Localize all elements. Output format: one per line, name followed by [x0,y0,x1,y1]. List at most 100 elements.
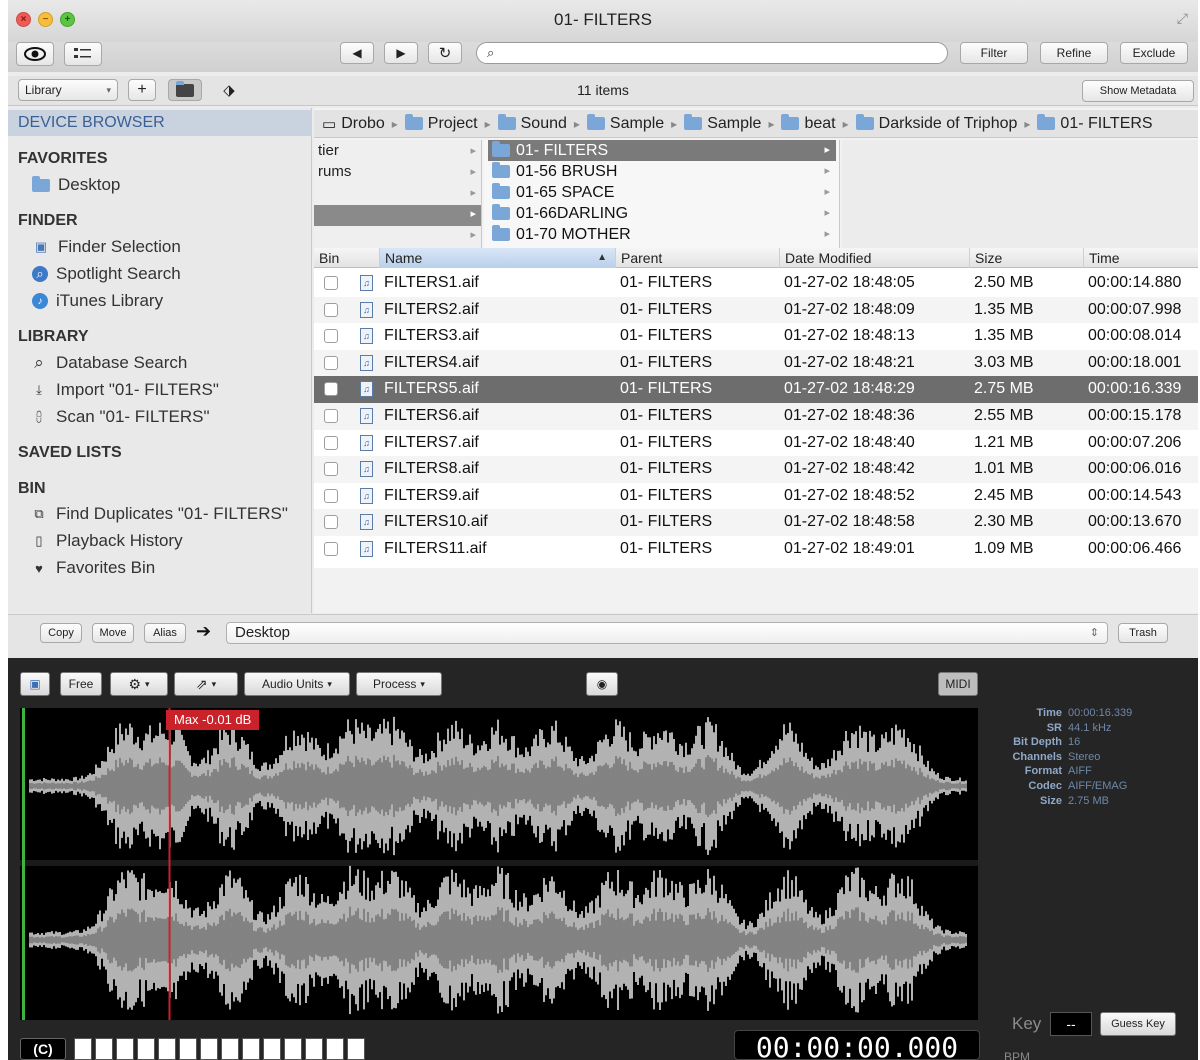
piano-key[interactable] [95,1038,113,1060]
column-item[interactable]: ▸ [314,205,481,226]
playhead[interactable] [168,708,171,1020]
piano-key[interactable] [200,1038,218,1060]
forward-button[interactable]: ▶ [384,42,418,64]
bin-checkbox[interactable] [324,382,338,397]
piano-key[interactable] [347,1038,365,1060]
sidebar-item-favorites-bin[interactable]: ♥ Favorites Bin [30,558,155,578]
column-header-time[interactable]: Time [1084,248,1198,268]
bin-checkbox[interactable] [324,462,338,477]
sidebar-item-itunes-library[interactable]: ♪ iTunes Library [32,291,163,311]
bin-checkbox[interactable] [324,409,338,423]
breadcrumb-item[interactable]: Darkside of Triphop [855,114,1017,133]
table-row[interactable]: ♫ FILTERS11.aif 01- FILTERS 01-27-02 18:49:… [314,536,1198,563]
piano-keyboard[interactable] [74,1038,374,1060]
view-options-button[interactable] [64,42,102,66]
bin-checkbox[interactable] [324,355,338,370]
sidebar-item-scan[interactable]: ⩉ Scan "01- FILTERS" [30,407,209,427]
piano-key[interactable] [116,1038,134,1060]
breadcrumb-item[interactable]: Project [404,114,478,133]
midi-button[interactable]: MIDI [938,672,978,696]
piano-key[interactable] [326,1038,344,1060]
piano-key[interactable] [158,1038,176,1060]
saved-lists-heading[interactable]: SAVED LISTS [18,444,122,462]
column-item[interactable]: ▸ [314,184,481,205]
table-row[interactable]: ♫ FILTERS5.aif 01- FILTERS 01-27-02 18:48:2… [314,376,1198,403]
table-row[interactable]: ♫ FILTERS4.aif 01- FILTERS 01-27-02 18:48:2… [314,349,1198,377]
refine-button[interactable]: Refine [1040,42,1108,64]
alias-button[interactable]: Alias [144,623,186,643]
exclude-button[interactable]: Exclude [1120,42,1188,64]
sidebar-item-spotlight-search[interactable]: ⌕ Spotlight Search [32,264,181,284]
breadcrumb-item[interactable]: Sample [586,114,664,133]
table-row[interactable]: ♫ FILTERS7.aif 01- FILTERS 01-27-02 18:48:4… [314,430,1198,457]
column-item[interactable]: 01- FILTERS ▸ [488,140,836,161]
fullscreen-icon[interactable]: ⤢ [1177,10,1188,27]
piano-key[interactable] [74,1038,92,1060]
preview-eye-button[interactable] [16,42,54,66]
sidebar-item-playback-history[interactable]: ▯ Playback History [30,531,182,551]
device-browser-header[interactable]: DEVICE BROWSER [8,110,312,136]
column-item[interactable]: 01-65 SPACE ▸ [488,182,836,203]
sidebar-item-desktop[interactable]: Desktop [32,175,120,195]
column-header-name[interactable]: Name ▲ [380,248,616,268]
move-button[interactable]: Move [92,623,134,643]
column-header-date-modified[interactable]: Date Modified [780,248,970,268]
bin-checkbox[interactable] [324,488,338,503]
sidebar-item-import[interactable]: ⤓ Import "01- FILTERS" [30,380,219,400]
piano-key[interactable] [179,1038,197,1060]
column-item[interactable]: 01-56 BRUSH ▸ [488,161,836,182]
column-header-parent[interactable]: Parent [616,248,780,268]
breadcrumb-item[interactable]: ▭ Drobo [322,115,385,133]
waveform-display[interactable] [20,708,978,1020]
audio-units-menu[interactable]: Audio Units ▾ [244,672,350,696]
piano-key[interactable] [137,1038,155,1060]
bin-checkbox[interactable] [324,542,338,556]
bin-checkbox[interactable] [324,329,338,344]
column-header-size[interactable]: Size [970,248,1084,268]
piano-key[interactable] [284,1038,302,1060]
finder-reveal-button[interactable]: ▣ [20,672,50,696]
table-row[interactable]: ♫ FILTERS2.aif 01- FILTERS 01-27-02 18:48:0… [314,296,1198,324]
table-row[interactable]: ♫ FILTERS9.aif 01- FILTERS 01-27-02 18:48:5… [314,483,1198,510]
free-button[interactable]: Free [60,672,102,696]
table-row[interactable]: ♫ FILTERS8.aif 01- FILTERS 01-27-02 18:48:4… [314,456,1198,483]
breadcrumb-item[interactable]: Sample [684,114,761,133]
bin-checkbox[interactable] [324,302,338,317]
settings-menu-button[interactable]: ⚙ ▾ [110,672,168,696]
table-row[interactable]: ♫ FILTERS1.aif 01- FILTERS 01-27-02 18:48:0… [314,270,1198,297]
table-row[interactable]: ♫ FILTERS3.aif 01- FILTERS 01-27-02 18:48:1… [314,323,1198,350]
table-row[interactable]: ♫ FILTERS10.aif 01- FILTERS 01-27-02 18:48:… [314,509,1198,536]
trash-button[interactable]: Trash [1118,623,1168,643]
column-item[interactable]: tier ▸ [314,142,481,163]
breadcrumb-item[interactable]: beat [781,114,836,133]
filter-button[interactable]: Filter [960,42,1028,64]
sidebar-item-database-search[interactable]: ⌕ Database Search [30,353,187,373]
piano-key[interactable] [242,1038,260,1060]
piano-key[interactable] [305,1038,323,1060]
show-metadata-button[interactable]: Show Metadata [1082,80,1194,102]
column-header-bin[interactable]: Bin [314,248,380,268]
sidebar-item-find-duplicates[interactable]: ⧉ Find Duplicates "01- FILTERS" [30,504,288,524]
process-menu[interactable]: Process ▾ [356,672,442,696]
breadcrumb-item[interactable]: 01- FILTERS [1037,114,1153,133]
bin-checkbox[interactable] [324,515,338,530]
record-button[interactable]: ◉ [586,672,618,696]
search-input[interactable]: ⌕ [476,42,948,64]
destination-select[interactable]: Desktop ⇕ [226,622,1108,644]
breadcrumb-item[interactable]: Sound [497,114,567,133]
column-item[interactable]: ▸ [314,226,481,247]
back-button[interactable]: ◀ [340,42,374,64]
table-row[interactable]: ♫ FILTERS6.aif 01- FILTERS 01-27-02 18:48:3… [314,403,1198,430]
refresh-button[interactable]: ↻ [428,42,462,64]
column-item[interactable]: 01-66DARLING ▸ [488,203,836,224]
guess-key-button[interactable]: Guess Key [1100,1012,1176,1036]
piano-key[interactable] [221,1038,239,1060]
bin-checkbox[interactable] [324,435,338,450]
column-item[interactable]: rums ▸ [314,163,481,184]
sidebar-item-finder-selection[interactable]: ▣ Finder Selection [32,237,181,257]
copy-button[interactable]: Copy [40,623,82,643]
bin-checkbox[interactable] [324,276,338,290]
piano-key[interactable] [263,1038,281,1060]
share-menu-button[interactable]: ⇗ ▾ [174,672,238,696]
column-item[interactable]: 01-70 MOTHER ▸ [488,224,836,245]
